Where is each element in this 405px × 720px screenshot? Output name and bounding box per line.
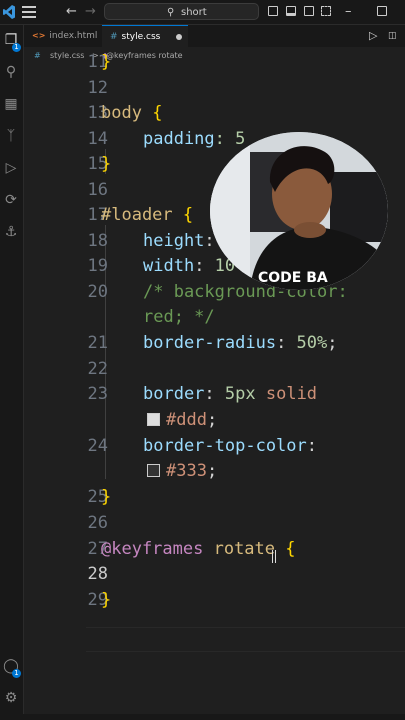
toggle-panel-icon[interactable] bbox=[286, 6, 296, 16]
search-text: short bbox=[181, 7, 207, 18]
settings-gear-icon[interactable]: ⚙ bbox=[2, 689, 20, 707]
breadcrumb-symbol[interactable]: @keyframes rotate bbox=[106, 47, 183, 64]
code-line: height: bbox=[143, 231, 215, 251]
line-number: 19 bbox=[87, 256, 108, 276]
line-number: 27 bbox=[87, 539, 108, 559]
toggle-secondary-sidebar-icon[interactable] bbox=[304, 6, 314, 16]
code-line: } bbox=[101, 154, 112, 174]
code-line: @keyframes rotate { bbox=[101, 539, 296, 559]
color-swatch[interactable] bbox=[147, 413, 160, 426]
line-number: 15 bbox=[87, 154, 108, 174]
code-line: border: 5px solid bbox=[143, 384, 318, 404]
editor-tab-bar: <> index.html # style.css ▷ ◫ bbox=[24, 25, 405, 47]
extensions-icon[interactable]: ▦ bbox=[2, 95, 20, 113]
status-bar bbox=[0, 714, 405, 720]
line-number: 16 bbox=[87, 180, 108, 200]
code-comment: red; */ bbox=[143, 307, 215, 327]
code-line: width: 10 bbox=[143, 256, 236, 276]
maximize-icon[interactable] bbox=[377, 6, 387, 16]
line-number: 20 bbox=[87, 282, 108, 302]
line-number: 14 bbox=[87, 129, 108, 149]
code-line: } bbox=[101, 487, 112, 507]
code-line: #333; bbox=[147, 461, 217, 481]
search-icon: ⚲ bbox=[167, 7, 175, 18]
code-line: #ddd; bbox=[147, 410, 217, 430]
tab-label: style.css bbox=[121, 32, 161, 42]
mouse-text-cursor bbox=[272, 550, 276, 563]
line-number: 26 bbox=[87, 513, 108, 533]
line-number: 29 bbox=[87, 590, 108, 610]
line-number: 18 bbox=[87, 231, 108, 251]
line-number: 25 bbox=[87, 487, 108, 507]
menu-icon[interactable] bbox=[22, 6, 36, 18]
split-editor-icon[interactable]: ◫ bbox=[388, 25, 402, 47]
code-line: } bbox=[101, 52, 112, 72]
forward-arrow-icon[interactable]: → bbox=[85, 3, 96, 21]
tab-style-css[interactable]: # style.css bbox=[102, 25, 188, 47]
line-number: 24 bbox=[87, 436, 108, 456]
line-number-current: 28 bbox=[87, 564, 108, 584]
tab-label: index.html bbox=[49, 31, 98, 41]
code-line: padding: 5 bbox=[143, 129, 246, 149]
tab-index-html[interactable]: <> index.html bbox=[24, 25, 102, 47]
command-center-search[interactable]: ⚲ short bbox=[104, 3, 259, 20]
code-line: border-radius: 50%; bbox=[143, 333, 338, 353]
run-debug-icon[interactable]: ▷ bbox=[2, 159, 20, 177]
minimize-icon[interactable]: – bbox=[345, 3, 352, 21]
line-number: 23 bbox=[87, 384, 108, 404]
back-arrow-icon[interactable]: ← bbox=[66, 3, 77, 21]
activity-bar: ❐ 1 ⚲ ▦ ᛉ ▷ ⟳ ⚓ ◯ 1 ⚙ bbox=[0, 25, 24, 720]
source-control-icon[interactable]: ᛉ bbox=[2, 127, 20, 145]
code-line: } bbox=[101, 590, 112, 610]
explorer-badge: 1 bbox=[12, 43, 21, 52]
color-swatch[interactable] bbox=[147, 464, 160, 477]
remote-explorer-icon[interactable]: ⟳ bbox=[2, 191, 20, 209]
line-number: 17 bbox=[87, 205, 108, 225]
webcam-overlay: CODE BA bbox=[210, 132, 388, 290]
unsaved-dot-icon[interactable] bbox=[176, 34, 182, 40]
line-number: 13 bbox=[87, 103, 108, 123]
shirt-text: CODE BA bbox=[258, 270, 328, 286]
line-number: 11 bbox=[87, 52, 108, 72]
code-line: border-top-color: bbox=[143, 436, 318, 456]
html-file-icon: <> bbox=[32, 31, 46, 40]
vscode-logo-icon bbox=[3, 5, 15, 19]
css-file-icon: # bbox=[110, 32, 118, 42]
line-number: 21 bbox=[87, 333, 108, 353]
code-line: #loader { bbox=[101, 205, 194, 225]
css-file-icon: # bbox=[34, 51, 41, 60]
presenter-video-image: CODE BA bbox=[210, 132, 388, 290]
anchor-icon[interactable]: ⚓ bbox=[2, 223, 20, 241]
current-line-highlight bbox=[86, 627, 405, 652]
code-line: body { bbox=[101, 103, 163, 123]
line-number: 22 bbox=[87, 359, 108, 379]
account-badge: 1 bbox=[12, 669, 21, 678]
toggle-sidebar-icon[interactable] bbox=[268, 6, 278, 16]
run-icon[interactable]: ▷ bbox=[369, 25, 383, 47]
line-number: 12 bbox=[87, 78, 108, 98]
search-view-icon[interactable]: ⚲ bbox=[2, 63, 20, 81]
customize-layout-icon[interactable] bbox=[321, 6, 331, 16]
title-bar: ← → ⚲ short – bbox=[0, 0, 405, 25]
